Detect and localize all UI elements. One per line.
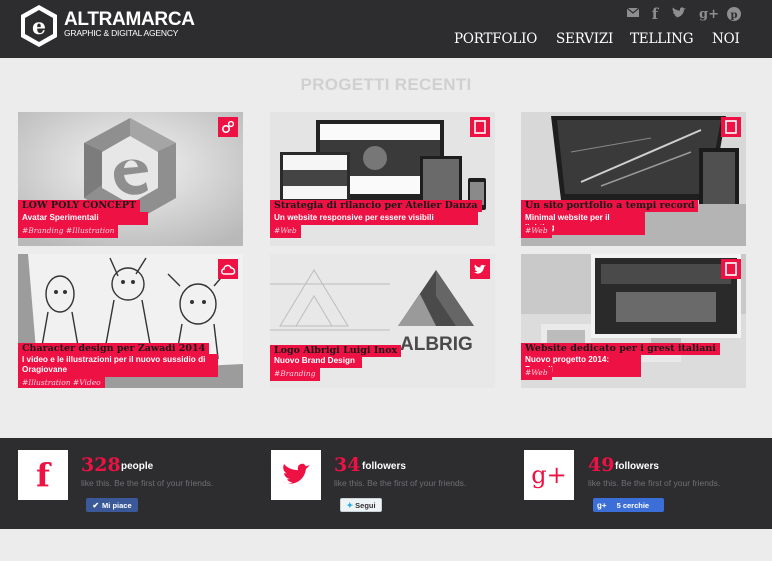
twitter-icon[interactable]	[271, 450, 321, 500]
project-card[interactable]: ALBRIG Logo Albrigi Luigi Inox Nuovo Bra…	[270, 254, 495, 388]
brand-name: ALTRAMARCA	[64, 9, 195, 30]
mail-icon[interactable]	[627, 6, 639, 18]
site-header: e ALTRAMARCA GRAPHIC & DIGITAL AGENCY f …	[0, 0, 772, 58]
facebook-unit: people	[121, 461, 154, 472]
twitter-follow-label: Segui	[355, 500, 376, 510]
facebook-count: 328	[81, 454, 121, 476]
google-plus-circles-label: 5 cerchie	[616, 500, 650, 510]
google-plus-unit: followers	[615, 461, 659, 472]
project-subtitle: Avatar Sperimentali	[18, 212, 148, 225]
facebook-icon[interactable]: f	[650, 5, 660, 23]
facebook-like-button[interactable]: ✔ Mi piace	[86, 498, 138, 512]
tablet-icon	[721, 117, 741, 137]
project-card[interactable]: Strategia di rilancio per Atelier Danza …	[270, 112, 495, 246]
bird-icon	[470, 259, 490, 279]
tablet-icon	[470, 117, 490, 137]
twitter-count: 34	[334, 454, 361, 476]
project-card[interactable]: Website dedicato per i grest italiani Nu…	[521, 254, 746, 388]
svg-text:e: e	[32, 14, 46, 40]
cloud-icon	[218, 259, 238, 279]
google-plus-icon[interactable]: g+	[699, 6, 719, 22]
facebook-sub: like this. Be the first of your friends.	[81, 478, 214, 488]
project-subtitle: I video e le illustrazioni per il nuovo …	[18, 354, 218, 377]
twitter-icon[interactable]	[670, 6, 688, 20]
facebook-icon[interactable]: f	[18, 450, 68, 500]
google-plus-sub: like this. Be the first of your friends.	[588, 478, 721, 488]
twitter-sub: like this. Be the first of your friends.	[334, 478, 467, 488]
altramarca-logo[interactable]: e	[18, 3, 60, 49]
facebook-like-label: Mi piace	[102, 500, 132, 510]
nav-portfolio[interactable]: PORTFOLIO	[454, 31, 537, 47]
project-tags: #Branding	[270, 368, 320, 381]
project-title: Strategia di rilancio per Atelier Danza	[270, 200, 482, 212]
pinterest-icon[interactable]: p	[726, 6, 742, 22]
google-plus-icon[interactable]: g+	[524, 450, 574, 500]
project-title: LOW POLY CONCEPT	[18, 200, 141, 212]
nav-noi[interactable]: NOI	[712, 31, 740, 47]
gear-icon	[218, 117, 238, 137]
brand-tagline: GRAPHIC & DIGITAL AGENCY	[64, 28, 179, 38]
project-tags: #Web	[521, 225, 552, 238]
project-subtitle: Nuovo Brand Design	[270, 355, 362, 368]
nav-telling[interactable]: TELLING	[630, 31, 694, 47]
project-card[interactable]: LOW POLY CONCEPT Avatar Sperimentali #Br…	[18, 112, 243, 246]
albrigi-wordmark: ALBRIG	[400, 334, 473, 355]
project-card[interactable]: Un sito portfolio a tempi record Minimal…	[521, 112, 746, 246]
project-image	[270, 112, 495, 246]
social-footer: f 328 people like this. Be the first of …	[0, 438, 772, 529]
project-tags: #Web	[270, 225, 301, 238]
tablet-icon	[721, 259, 741, 279]
section-title: PROGETTI RECENTI	[300, 75, 472, 94]
project-card[interactable]: Character design per Zawadi 2014 I video…	[18, 254, 243, 388]
project-tags: #Branding #Illustration	[18, 225, 119, 238]
google-plus-count: 49	[588, 454, 615, 476]
nav-servizi[interactable]: SERVIZI	[556, 31, 613, 47]
twitter-unit: followers	[362, 461, 406, 472]
project-title: Un sito portfolio a tempi record	[521, 200, 699, 212]
project-tags: #Illustration #Video	[18, 377, 105, 388]
svg-text:p: p	[731, 10, 738, 21]
project-tags: #Web	[521, 367, 552, 380]
google-plus-circles-button[interactable]: g+ 5 cerchie	[593, 498, 664, 512]
project-subtitle: Un website responsive per essere visibil…	[270, 212, 478, 225]
twitter-follow-button[interactable]: ✦ Segui	[340, 498, 382, 512]
